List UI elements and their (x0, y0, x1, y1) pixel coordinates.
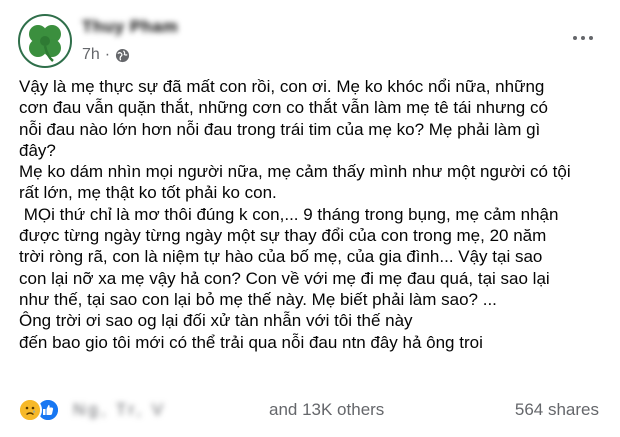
post-line: rất lớn, mẹ thật ko tốt phải ko con. (19, 183, 277, 203)
post-line: Ông trời ơi sao og lại đối xử tàn nhẫn v… (19, 311, 413, 331)
reaction-icons[interactable] (18, 398, 60, 422)
post-line: Vậy là mẹ thực sự đã mất con rồi, con ơi… (19, 77, 545, 96)
post-line: con lại nỡ xa mẹ vậy hả con? Con về với … (19, 268, 550, 288)
post-card: Thuy Pham 7h · Vậy là mẹ thực sự đã mất … (0, 0, 620, 437)
reaction-summary[interactable]: and 13K others (269, 400, 384, 420)
post-header: Thuy Pham 7h · (18, 14, 608, 74)
reactor-names[interactable]: Ng, Tr, V (73, 398, 273, 422)
post-body: Vậy là mẹ thực sự đã mất con rồi, con ơi… (19, 76, 609, 353)
globe-icon[interactable] (115, 48, 130, 63)
post-line: được từng ngày từng ngày một sự thay đổi… (19, 226, 547, 246)
post-timestamp[interactable]: 7h (82, 46, 100, 64)
post-line: nỗi đau nào lớn hơn nỗi đau trong trái t… (19, 119, 541, 139)
post-line: đến bao gio tôi mới có thể trải qua nỗi … (19, 332, 483, 352)
post-footer: Ng, Tr, V and 13K others 564 shares (18, 398, 608, 424)
post-line: như thế, tại sao con lại bỏ mẹ thế này. … (19, 289, 497, 309)
post-meta: 7h · (82, 46, 130, 64)
clover-logo-icon (29, 25, 61, 62)
post-line: trời ròng rã, con là niệm tự hào của bố … (19, 247, 543, 267)
post-line: cơn đau vẫn quặn thắt, những cơn co thắt… (19, 98, 548, 118)
author-name[interactable]: Thuy Pham (82, 17, 178, 37)
shares-count[interactable]: 564 shares (515, 400, 599, 420)
author-avatar[interactable] (18, 14, 72, 68)
meta-separator: · (104, 46, 111, 63)
more-options-icon[interactable] (568, 28, 598, 48)
post-line: đây? (19, 140, 56, 160)
post-line: Mẹ ko dám nhìn mọi người nữa, mẹ cảm thấ… (19, 162, 571, 182)
sad-reaction-icon (18, 398, 42, 422)
post-line: MỌi thứ chỉ là mơ thôi đúng k con,... 9 … (19, 204, 559, 224)
